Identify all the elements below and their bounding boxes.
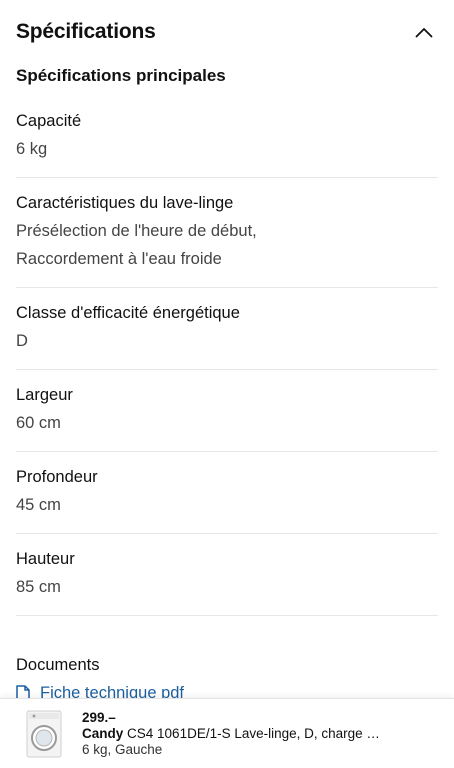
spec-label: Profondeur <box>16 468 98 486</box>
spec-value: 60 cm <box>16 414 61 432</box>
specifications-header[interactable]: Spécifications <box>16 14 438 50</box>
product-variant: 6 kg, Gauche <box>82 742 163 757</box>
spec-list: Capacité 6 kg Caractéristiques du lave-l… <box>16 106 438 616</box>
spec-value-line: Raccordement à l'eau froide <box>16 250 222 268</box>
documents-section: Documents Fiche technique pdf <box>16 654 438 703</box>
product-thumbnail <box>24 708 64 760</box>
chevron-up-icon[interactable] <box>410 18 438 46</box>
spec-width: Largeur 60 cm <box>16 370 438 452</box>
spec-depth: Profondeur 45 cm <box>16 452 438 534</box>
spec-energy-class: Classe d'efficacité énergétique D <box>16 288 438 370</box>
spec-value: 45 cm <box>16 496 61 514</box>
spec-value: Présélection de l'heure de début, Raccor… <box>16 217 438 273</box>
spec-features: Caractéristiques du lave-linge Présélect… <box>16 178 438 288</box>
spec-value: D <box>16 332 28 350</box>
spec-label: Capacité <box>16 112 82 130</box>
spec-value-line: Présélection de l'heure de début, <box>16 222 257 240</box>
page-title: Spécifications <box>16 20 156 43</box>
product-name: Candy CS4 1061DE/1-S Lave-linge, D, char… <box>82 726 382 741</box>
section-title: Spécifications principales <box>16 66 226 85</box>
product-price: 299.– <box>82 710 116 725</box>
spec-label: Largeur <box>16 386 73 404</box>
product-info: 299.– Candy CS4 1061DE/1-S Lave-linge, D… <box>82 710 382 757</box>
spec-label: Hauteur <box>16 550 75 568</box>
sticky-product-bar[interactable]: 299.– Candy CS4 1061DE/1-S Lave-linge, D… <box>0 698 454 768</box>
spec-height: Hauteur 85 cm <box>16 534 438 616</box>
spec-capacity: Capacité 6 kg <box>16 106 438 178</box>
documents-title: Documents <box>16 656 100 674</box>
product-model: CS4 1061DE/1-S Lave-linge, D, charge fro… <box>127 726 382 741</box>
spec-value: 6 kg <box>16 140 48 158</box>
spec-value: 85 cm <box>16 578 61 596</box>
spec-label: Caractéristiques du lave-linge <box>16 194 234 212</box>
spec-label: Classe d'efficacité énergétique <box>16 304 240 322</box>
product-brand: Candy <box>82 726 124 741</box>
